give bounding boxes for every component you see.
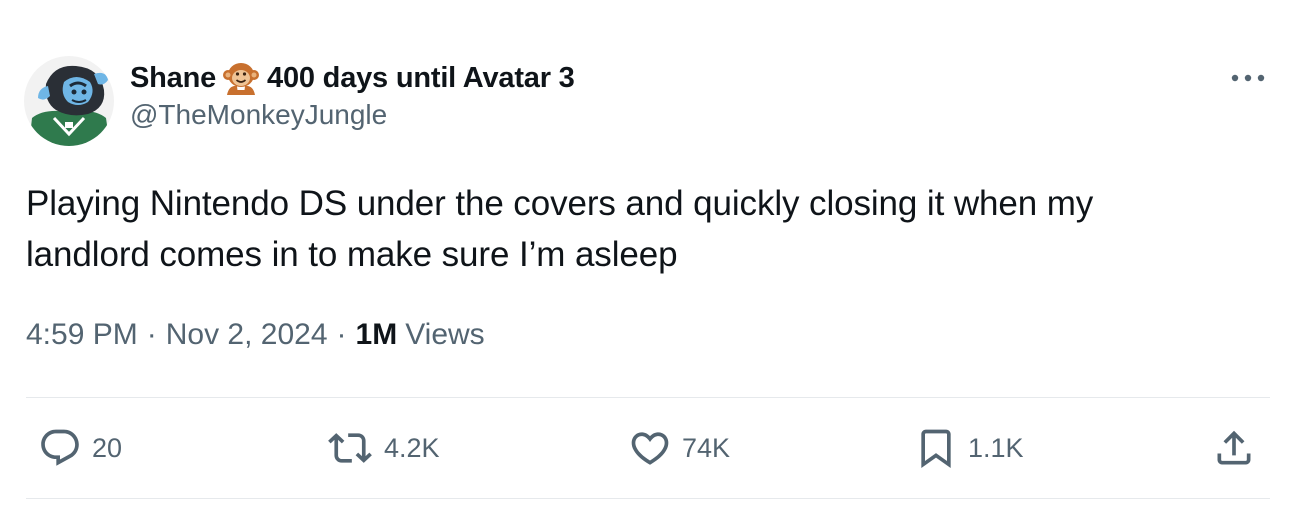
monkey-emoji-icon bbox=[221, 59, 261, 97]
display-name-suffix[interactable]: 400 days until Avatar 3 bbox=[267, 62, 575, 95]
reply-icon bbox=[41, 429, 79, 466]
divider bbox=[26, 397, 1270, 398]
tweet-text: Playing Nintendo DS under the covers and… bbox=[26, 178, 1256, 280]
action-bar: 20 4.2K 74K 1.1K bbox=[0, 420, 1302, 476]
bookmark-button[interactable]: 1.1K bbox=[914, 420, 1024, 476]
tweet-card: Shane 400 days until Avatar 3 @TheMonkey… bbox=[0, 0, 1302, 506]
more-options-button[interactable] bbox=[1226, 64, 1270, 92]
bookmark-count: 1.1K bbox=[968, 432, 1024, 463]
like-count: 74K bbox=[682, 432, 731, 463]
tweet-time[interactable]: 4:59 PM bbox=[26, 318, 138, 352]
tweet-text-line: Playing Nintendo DS under the covers and… bbox=[26, 184, 1094, 223]
name-row: Shane 400 days until Avatar 3 bbox=[130, 58, 575, 98]
display-name[interactable]: Shane bbox=[130, 62, 216, 95]
avatar[interactable] bbox=[24, 56, 114, 146]
reply-count: 20 bbox=[92, 432, 123, 463]
views-label[interactable]: Views bbox=[405, 318, 484, 352]
like-button[interactable]: 74K bbox=[628, 420, 730, 476]
reply-button[interactable]: 20 bbox=[38, 420, 122, 476]
heart-icon bbox=[631, 432, 669, 465]
repost-button[interactable]: 4.2K bbox=[326, 420, 440, 476]
share-icon bbox=[1217, 430, 1251, 465]
gorilla-avatar-icon bbox=[24, 56, 114, 146]
divider bbox=[26, 498, 1270, 499]
more-icon bbox=[1231, 74, 1265, 82]
repost-icon bbox=[328, 433, 372, 463]
bookmark-icon bbox=[921, 429, 951, 469]
meta-separator: · bbox=[336, 318, 347, 351]
user-handle[interactable]: @TheMonkeyJungle bbox=[130, 98, 575, 132]
repost-count: 4.2K bbox=[384, 432, 440, 463]
tweet-text-line: landlord comes in to make sure I’m aslee… bbox=[26, 235, 678, 274]
share-button[interactable] bbox=[1212, 420, 1256, 476]
views-count[interactable]: 1M bbox=[356, 318, 398, 352]
tweet-meta: 4:59 PM · Nov 2, 2024 · 1M Views bbox=[26, 318, 485, 352]
tweet-date[interactable]: Nov 2, 2024 bbox=[166, 318, 328, 352]
tweet-header: Shane 400 days until Avatar 3 @TheMonkey… bbox=[130, 58, 575, 131]
meta-separator: · bbox=[146, 318, 157, 351]
